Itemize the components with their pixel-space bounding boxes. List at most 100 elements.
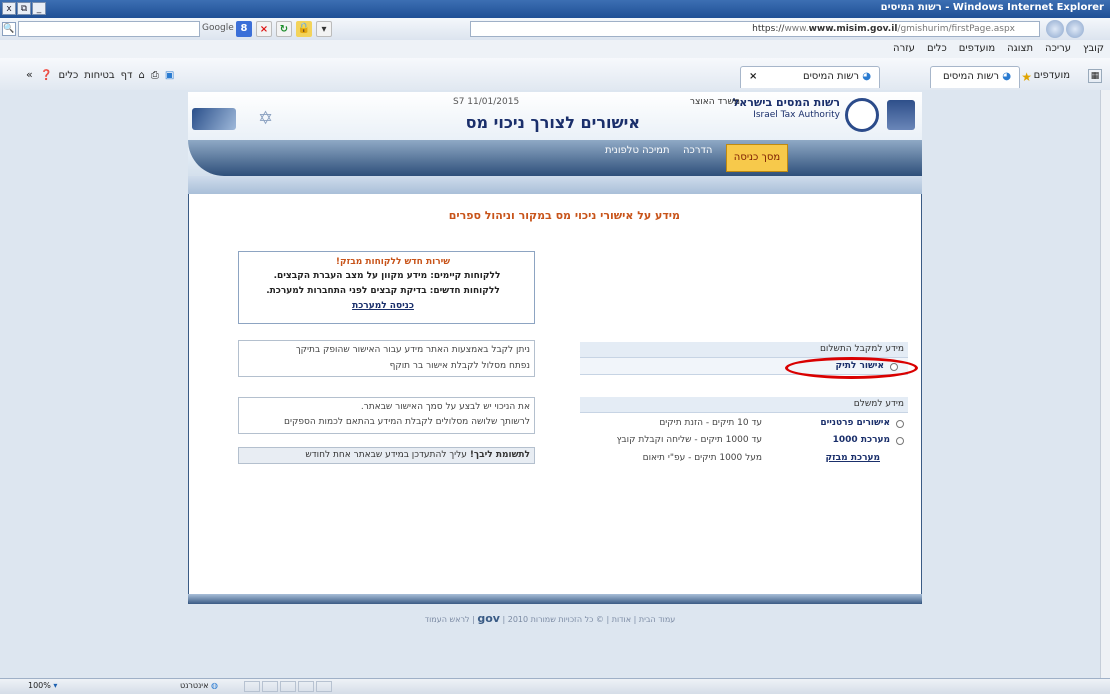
minimize-window-button[interactable]: _	[32, 2, 46, 15]
footer-about-link[interactable]: אודות	[612, 615, 631, 624]
tab-phone-support[interactable]: תמיכה טלפונית	[605, 145, 670, 156]
page-footer: עמוד הבית | אודות | © כל הזכויות שמורות …	[424, 612, 676, 625]
dropdown-arrow-icon[interactable]: ▾	[316, 21, 332, 37]
header-date: S7 11/01/2015	[453, 97, 520, 107]
tab-label: רשות המיסים	[942, 71, 1000, 82]
payer-row1-label: אישורים פרטניים	[820, 418, 890, 428]
panel-bottom-strip	[188, 594, 922, 604]
tab-guide[interactable]: הדרכה	[683, 145, 712, 156]
tax-authority-seal-icon	[845, 98, 879, 132]
footer-home-link[interactable]: עמוד הבית	[639, 615, 675, 624]
zone-label: אינטרנט	[180, 681, 209, 690]
url-prefix: https://	[752, 24, 785, 34]
window-title-bar: x ⧉ _ Windows Internet Explorer - רשות ה…	[0, 0, 1110, 18]
authority-name-he: רשות המסים בישראל	[732, 96, 840, 109]
close-tab-icon[interactable]: ×	[749, 67, 757, 88]
cmd-page[interactable]: דף	[121, 70, 133, 81]
payee-info-line2: נפתח מסלול לקבלת אישור בר תוקף	[389, 361, 530, 371]
payer-row3-desc: מעל 1000 תיקים - עפ"י תיאום	[642, 453, 762, 463]
menu-view[interactable]: תצוגה	[1007, 43, 1033, 54]
back-forward-icon[interactable]	[1046, 20, 1106, 38]
ie-page-icon: ◕	[1002, 71, 1011, 82]
notice-text-line: לתשומת ליבך! עליך להתעדכן במידע שבאתר אח…	[240, 450, 530, 460]
window-title: Windows Internet Explorer - רשות המיסים	[880, 2, 1104, 13]
star-of-david-icon: ✡	[258, 108, 274, 129]
search-magnifier-icon[interactable]: 🔍	[2, 22, 16, 36]
menu-tools[interactable]: כלים	[927, 43, 947, 54]
help-icon[interactable]: ❓	[40, 70, 52, 81]
status-cell	[298, 681, 314, 692]
tab-favorite-site[interactable]: ◕ רשות המיסים	[930, 66, 1020, 88]
zoom-control[interactable]: 100% ▾	[28, 681, 57, 690]
favorites-star-icon[interactable]: ★	[1021, 70, 1032, 84]
favorites-button[interactable]: מועדפים	[1034, 70, 1070, 81]
google-icon[interactable]: 8	[236, 21, 252, 37]
url-www: www.	[784, 24, 809, 34]
tab-bar: ★ מועדפים ▦ ◕ רשות המיסים ◕ רשות המיסים …	[0, 58, 1110, 91]
restore-window-button[interactable]: ⧉	[17, 2, 31, 15]
zoom-level: 100%	[28, 681, 51, 690]
menu-help[interactable]: עזרה	[893, 43, 915, 54]
authority-name-en: Israel Tax Authority	[753, 110, 840, 120]
menu-bar: קובץ עריכה תצוגה מועדפים כלים עזרה	[0, 40, 1110, 59]
gov-logo: gov	[477, 612, 500, 625]
ie-page-icon: ◕	[862, 71, 871, 82]
command-bar: ▣ ⎙ ⌂ דף בטיחות כלים ❓	[40, 70, 174, 81]
gov-logo-icon	[192, 108, 236, 130]
payer-row3-link[interactable]: מערכת מבזק	[780, 453, 880, 463]
payer-radio-individual[interactable]	[896, 420, 904, 428]
globe-icon: ◍	[210, 681, 218, 690]
url-path: /gmishurim/firstPage.aspx	[897, 24, 1015, 34]
menu-file[interactable]: קובץ	[1083, 43, 1104, 54]
url-host: www.misim.gov.il	[808, 24, 898, 34]
grid-icon[interactable]: ▦	[1088, 69, 1102, 83]
lock-icon[interactable]: 🔒	[296, 21, 312, 37]
status-cell	[262, 681, 278, 692]
search-input[interactable]	[18, 21, 200, 37]
tab-entry-screen[interactable]: מסך כניסה	[726, 144, 788, 172]
menu-favorites[interactable]: מועדפים	[959, 43, 995, 54]
home-icon[interactable]: ⌂	[139, 70, 145, 81]
payee-info-line1: ניתן לקבל באמצעות האתר מידע עבור האישור …	[295, 345, 530, 355]
payer-radio-1000[interactable]	[896, 437, 904, 445]
main-heading: מידע על אישורי ניכוי מס במקור וניהול ספר…	[448, 209, 680, 222]
notice-text: עליך להתעדכן במידע שבאתר אחת לחודש	[305, 450, 467, 460]
url-input[interactable]: https://www.www.misim.gov.il/gmishurim/f…	[470, 21, 1040, 37]
highlight-ellipse	[785, 357, 918, 379]
chevron-more-icon[interactable]: «	[26, 68, 33, 81]
payee-header: מידע למקבל התשלום	[819, 344, 904, 354]
menu-edit[interactable]: עריכה	[1045, 43, 1071, 54]
cmd-tools[interactable]: כלים	[58, 70, 78, 81]
content-panel	[188, 176, 922, 604]
page-icon[interactable]: ▣	[165, 70, 174, 81]
payer-row1-desc: עד 10 תיקים - הזנת תיקים	[659, 418, 762, 428]
cmd-safety[interactable]: בטיחות	[84, 70, 114, 81]
vertical-scrollbar[interactable]	[1100, 90, 1110, 678]
site-nav-bar	[188, 140, 922, 176]
promo-title: שירות חדש ללקוחות מבזק!	[335, 257, 451, 267]
address-toolbar: 🔍 Google 8 × ↻ 🔒 ▾ https://www.www.misim…	[0, 18, 1110, 41]
promo-login-link[interactable]: כניסה למערכת	[238, 301, 528, 311]
close-window-button[interactable]: x	[2, 2, 16, 15]
status-cell	[244, 681, 260, 692]
print-icon[interactable]: ⎙	[151, 70, 159, 81]
refresh-icon[interactable]: ↻	[276, 21, 292, 37]
panel-top-strip	[188, 176, 922, 194]
payer-info-line1: את הניכוי יש לבצע על סמך האישור שבאתר.	[360, 402, 530, 412]
promo-line1: ללקוחות קיימים: מידע מקוון על מצב העברת …	[273, 271, 501, 281]
payer-info-line2: לרשותך שלושה מסלולים לקבלת המידע בהתאם ל…	[284, 417, 530, 427]
payer-header: מידע למשלם	[853, 399, 904, 409]
menu-items: קובץ עריכה תצוגה מועדפים כלים עזרה	[893, 43, 1104, 54]
stop-icon[interactable]: ×	[256, 21, 272, 37]
status-bar: 100% ▾ ◍ אינטרנט	[0, 678, 1110, 694]
search-engine-label: Google	[202, 23, 234, 33]
tab-active[interactable]: ◕ רשות המיסים ×	[740, 66, 880, 88]
status-cell	[316, 681, 332, 692]
zone-indicator: ◍ אינטרנט	[180, 681, 218, 690]
footer-rights: © כל הזכויות שמורות 2010	[507, 615, 604, 624]
ministry-name: משרד האוצר	[689, 97, 740, 107]
payer-row2-label: מערכת 1000	[832, 435, 890, 445]
payer-row2-desc: עד 1000 תיקים - שליחה וקבלת קובץ	[616, 435, 762, 445]
footer-top-link[interactable]: לראש העמוד	[425, 615, 470, 624]
window-controls: x ⧉ _	[2, 2, 46, 15]
